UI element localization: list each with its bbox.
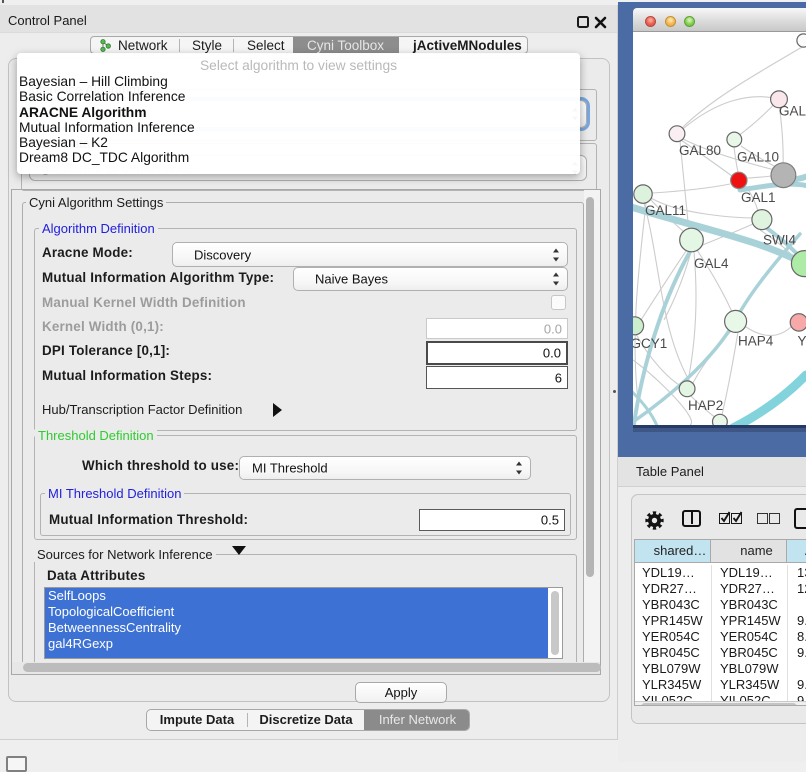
svg-text:GAL2: GAL2 xyxy=(779,104,806,119)
svg-text:HAP2: HAP2 xyxy=(688,398,723,413)
svg-text:HAP4: HAP4 xyxy=(738,334,774,349)
svg-text:Y: Y xyxy=(798,334,806,349)
svg-text:GAL10: GAL10 xyxy=(737,150,779,165)
svg-text:SWI4: SWI4 xyxy=(763,233,796,248)
svg-text:GAL11: GAL11 xyxy=(645,203,686,218)
svg-text:GAL1: GAL1 xyxy=(741,190,776,205)
svg-text:GAL80: GAL80 xyxy=(679,143,721,158)
svg-text:GCY1: GCY1 xyxy=(633,336,667,351)
svg-text:GAL4: GAL4 xyxy=(694,256,729,271)
